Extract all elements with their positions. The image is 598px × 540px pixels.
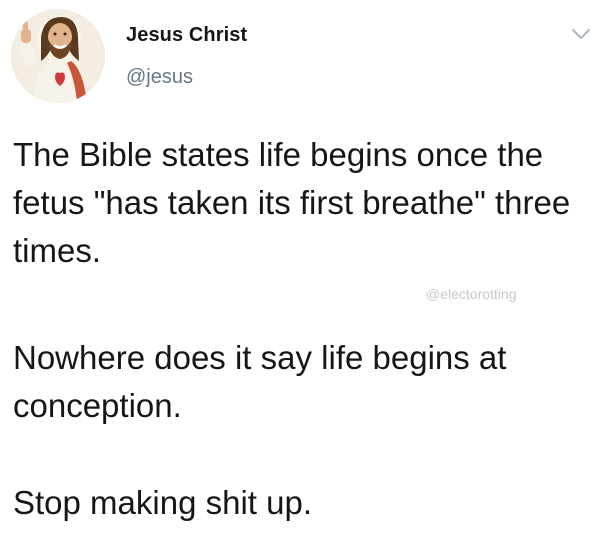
tweet-header: Jesus Christ @jesus <box>0 0 598 110</box>
author-handle[interactable]: @jesus <box>126 66 193 89</box>
watermark: @electorotting <box>426 286 517 302</box>
chevron-down-icon[interactable] <box>570 26 592 42</box>
avatar[interactable] <box>11 9 105 103</box>
jesus-figure-icon <box>11 9 105 103</box>
tweet-paragraph: Nowhere does it say life begins at conce… <box>13 339 507 424</box>
author-name[interactable]: Jesus Christ <box>126 24 247 47</box>
tweet-paragraph: Stop making shit up. <box>13 484 312 521</box>
tweet-card: Jesus Christ @jesus The Bible states lif… <box>0 0 598 540</box>
tweet-paragraph: The Bible states life begins once the fe… <box>13 136 571 269</box>
